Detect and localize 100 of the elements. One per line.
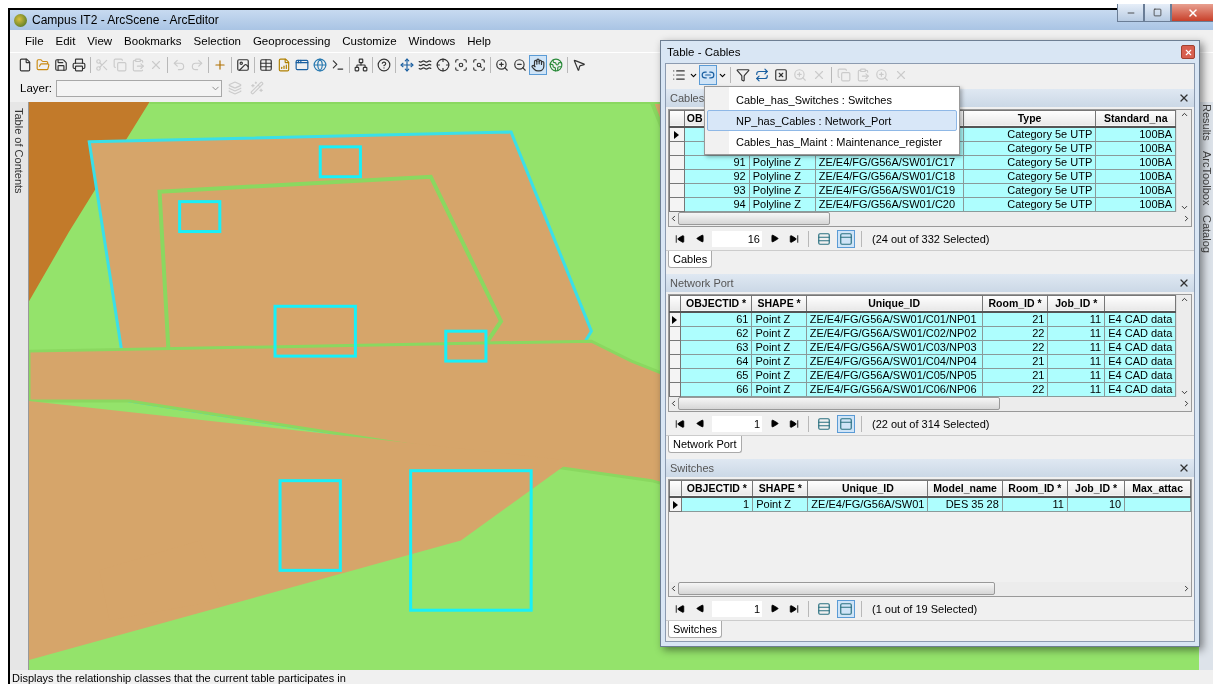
side-panel-tab[interactable]: Catalog [1199, 215, 1213, 254]
printer-icon [72, 58, 86, 72]
column-header[interactable]: Unique_ID [807, 480, 928, 497]
maximize-button[interactable] [1144, 4, 1171, 22]
relate-button[interactable] [699, 65, 717, 85]
close-icon [1183, 47, 1193, 57]
close-icon [1187, 6, 1199, 19]
rows-icon [817, 601, 831, 616]
record-field[interactable]: 1 [712, 415, 762, 432]
zoom-in-icon [495, 58, 509, 72]
column-header[interactable]: Job_ID * [1047, 295, 1105, 312]
window-icon [295, 58, 309, 72]
menu-item[interactable]: Windows [403, 33, 461, 49]
column-header[interactable]: OBJECTID * [681, 480, 753, 497]
maximize-icon [1153, 8, 1162, 17]
report-icon [277, 58, 291, 72]
copy-icon [113, 58, 127, 72]
vertical-scrollbar[interactable] [1176, 294, 1191, 397]
wave-icon [418, 58, 432, 72]
side-panel-tab[interactable]: Results [1199, 104, 1213, 141]
menu-item[interactable]: View [82, 33, 118, 49]
table-of-contents-tab[interactable]: Table of Contents [10, 102, 29, 670]
menu-item[interactable]: Bookmarks [119, 33, 187, 49]
undo-icon [172, 58, 186, 72]
record-field[interactable]: 16 [712, 230, 762, 247]
clear-icon [774, 68, 788, 82]
menu-item[interactable]: File [20, 33, 49, 49]
paste-icon [131, 58, 145, 72]
show-selected-button[interactable] [837, 229, 855, 248]
zoom-out-icon [513, 58, 527, 72]
column-header[interactable]: Job_ID * [1067, 480, 1125, 497]
scan-icon [472, 58, 486, 72]
menu-item[interactable]: Geoprocessing [247, 33, 336, 49]
show-selected-button[interactable] [837, 599, 855, 618]
menu-item[interactable]: Customize [337, 33, 402, 49]
focus-icon [454, 58, 468, 72]
column-header[interactable]: SHAPE * [752, 480, 808, 497]
first-icon [675, 233, 685, 244]
relate-menu-item[interactable]: NP_has_Cables : Network_Port [707, 110, 957, 131]
filter-icon [736, 68, 750, 82]
panel-icon [839, 416, 853, 431]
table-tab[interactable]: Switches [668, 621, 723, 639]
menu-item[interactable]: Selection [188, 33, 246, 49]
record-field[interactable]: 1 [712, 600, 762, 617]
column-header[interactable]: Standard_na [1095, 110, 1176, 127]
panel-icon [839, 601, 853, 616]
new-file-icon [18, 58, 32, 72]
panel-title: Cables [670, 91, 705, 104]
column-header[interactable]: Model_name [927, 480, 1003, 497]
first-icon [675, 603, 685, 614]
column-header[interactable]: Unique_ID [806, 295, 983, 312]
layer-label: Layer: [20, 82, 52, 94]
column-header[interactable]: Max_attac [1124, 480, 1191, 497]
close-button[interactable] [1181, 45, 1195, 59]
row-header [669, 295, 681, 312]
globe-icon [549, 58, 563, 72]
terminal-icon [331, 58, 345, 72]
show-selected-button[interactable] [837, 414, 855, 433]
row-header [669, 480, 682, 497]
table-tab[interactable]: Network Port [668, 436, 742, 454]
menu-item[interactable]: Edit [50, 33, 81, 49]
next-icon [769, 234, 779, 244]
panel-title: Network Port [670, 276, 734, 289]
app-icon [14, 13, 27, 27]
panel-title: Switches [670, 461, 715, 474]
pan-button[interactable] [529, 55, 547, 75]
table-icon [259, 58, 273, 72]
hand-icon [531, 58, 545, 72]
vertical-scrollbar[interactable] [1176, 109, 1191, 212]
copy-icon [837, 68, 851, 82]
delete-icon [812, 68, 826, 82]
window-title: Campus IT2 - ArcScene - ArcEditor [32, 13, 219, 27]
pointer-icon [572, 58, 586, 72]
column-header[interactable]: SHAPE * [751, 295, 807, 312]
minimize-button[interactable] [1117, 4, 1144, 22]
column-header[interactable]: Room_ID * [982, 295, 1048, 312]
delete-icon [149, 58, 163, 72]
menu-item[interactable]: Help [462, 33, 496, 49]
crosshair-icon [436, 58, 450, 72]
selection-count: (1 out of 19 Selected) [872, 602, 978, 615]
horizontal-scrollbar[interactable] [669, 581, 1191, 596]
panel-icon [839, 231, 853, 246]
side-panel-tab[interactable]: ArcToolbox [1199, 150, 1213, 206]
current-row-icon [672, 501, 678, 510]
wand-icon [249, 81, 264, 95]
redo-icon [190, 58, 204, 72]
column-header[interactable]: Room_ID * [1002, 480, 1068, 497]
relate-menu-item[interactable]: Cable_has_Switches : Switches [707, 89, 957, 110]
save-icon [54, 58, 68, 72]
help-icon [377, 58, 391, 72]
table-tab[interactable]: Cables [668, 251, 713, 269]
move-icon [400, 58, 414, 72]
relate-menu-item[interactable]: Cables_has_Maint : Maintenance_register [707, 131, 957, 152]
image-icon [236, 58, 250, 72]
column-header[interactable]: Type [963, 110, 1096, 127]
next-icon [769, 419, 779, 429]
column-header[interactable]: OBJECTID * [680, 295, 752, 312]
last-icon [789, 418, 799, 429]
last-icon [789, 233, 799, 244]
status-text: Displays the relationship classes that the current table participates in [11, 671, 347, 684]
